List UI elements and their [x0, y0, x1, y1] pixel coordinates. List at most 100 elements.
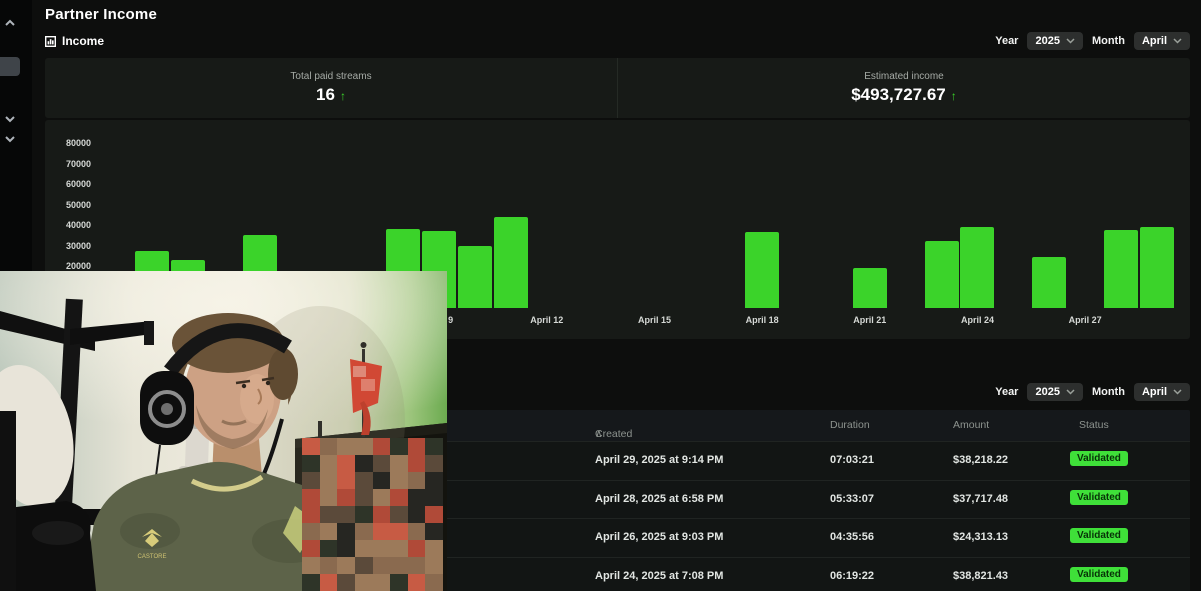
mosaic-cell [302, 540, 320, 557]
mosaic-cell [337, 540, 355, 557]
income-chart-icon [45, 36, 56, 47]
mosaic-cell [337, 574, 355, 591]
mosaic-cell [390, 574, 408, 591]
mosaic-cell [390, 523, 408, 540]
chevron-down-icon[interactable] [4, 135, 16, 143]
column-header-status[interactable]: Status [1079, 419, 1109, 431]
mosaic-cell [320, 506, 338, 523]
mosaic-cell [320, 557, 338, 574]
mosaic-cell [408, 557, 426, 574]
webcam-overlay: CASTORE [0, 271, 447, 591]
mosaic-cell [302, 489, 320, 506]
status-badge: Validated [1070, 451, 1128, 466]
mosaic-cell [390, 472, 408, 489]
month-label: Month [1092, 35, 1125, 47]
chevron-down-icon [1173, 389, 1182, 395]
mosaic-cell [408, 506, 426, 523]
mosaic-cell [390, 557, 408, 574]
chevron-up-icon[interactable] [4, 19, 16, 27]
mosaic-cell [390, 438, 408, 455]
month-select[interactable]: April [1134, 32, 1190, 50]
sidebar-active-item[interactable] [0, 57, 20, 76]
y-axis-tick: 30000 [45, 241, 91, 251]
mosaic-cell [373, 574, 391, 591]
mosaic-cell [302, 523, 320, 540]
mosaic-cell [302, 438, 320, 455]
status-cell: Validated [1070, 567, 1128, 582]
duration-cell: 05:33:07 [830, 493, 874, 505]
mosaic-cell [373, 557, 391, 574]
mosaic-cell [425, 540, 443, 557]
mosaic-cell [355, 540, 373, 557]
stat-total-paid-streams: Total paid streams 16 ↑ [45, 58, 618, 118]
mosaic-cell [337, 472, 355, 489]
x-axis-tick: April 27 [1053, 315, 1117, 325]
created-at-cell: April 29, 2025 at 9:14 PM [595, 454, 723, 466]
column-header-amount[interactable]: Amount [953, 419, 989, 431]
mosaic-cell [355, 506, 373, 523]
mosaic-cell [425, 506, 443, 523]
mosaic-cell [408, 472, 426, 489]
income-bar [745, 232, 779, 308]
y-axis-tick: 70000 [45, 159, 91, 169]
income-bar [960, 227, 994, 308]
estimated-income-value: $493,727.67 [851, 85, 946, 105]
streams-filters: Year 2025 Month April [995, 383, 1190, 401]
status-cell: Validated [1070, 451, 1128, 466]
x-axis-tick: April 12 [515, 315, 579, 325]
mosaic-cell [320, 438, 338, 455]
year-select[interactable]: 2025 [1027, 383, 1082, 401]
trend-up-icon: ↑ [951, 89, 957, 103]
status-badge: Validated [1070, 528, 1128, 543]
sort-asc-icon: ∧ [595, 428, 603, 440]
year-select[interactable]: 2025 [1027, 32, 1082, 50]
chevron-down-icon[interactable] [4, 115, 16, 123]
mosaic-cell [425, 489, 443, 506]
mosaic-cell [373, 438, 391, 455]
mosaic-cell [337, 438, 355, 455]
y-axis-tick: 60000 [45, 179, 91, 189]
year-label: Year [995, 386, 1018, 398]
mosaic-cell [355, 438, 373, 455]
mosaic-cell [425, 523, 443, 540]
x-axis-tick: April 24 [945, 315, 1009, 325]
status-cell: Validated [1070, 528, 1128, 543]
mosaic-cell [408, 455, 426, 472]
x-axis-tick: April 18 [730, 315, 794, 325]
mosaic-cell [302, 574, 320, 591]
amount-cell: $24,313.13 [953, 531, 1008, 543]
amount-cell: $38,218.22 [953, 454, 1008, 466]
stat-estimated-income: Estimated income $493,727.67 ↑ [618, 58, 1190, 118]
mosaic-cell [337, 557, 355, 574]
month-select[interactable]: April [1134, 383, 1190, 401]
amount-cell: $37,717.48 [953, 493, 1008, 505]
mosaic-cell [355, 574, 373, 591]
income-bar [1104, 230, 1138, 308]
duration-cell: 04:35:56 [830, 531, 874, 543]
income-bar [1032, 257, 1066, 308]
mosaic-cell [355, 557, 373, 574]
mosaic-cell [302, 506, 320, 523]
income-bar [458, 246, 492, 308]
year-label: Year [995, 35, 1018, 47]
mosaic-cell [373, 540, 391, 557]
chevron-down-icon [1066, 38, 1075, 44]
income-section-header: Income [45, 34, 104, 48]
mosaic-cell [355, 455, 373, 472]
income-bar [853, 268, 887, 308]
x-axis-tick: April 21 [838, 315, 902, 325]
y-axis-tick: 40000 [45, 220, 91, 230]
mosaic-cell [408, 438, 426, 455]
total-paid-streams-value: 16 [316, 85, 335, 105]
mosaic-cell [337, 489, 355, 506]
mosaic-cell [373, 523, 391, 540]
trend-up-icon: ↑ [340, 89, 346, 103]
mosaic-cell [373, 506, 391, 523]
mosaic-cell [390, 540, 408, 557]
mosaic-cell [373, 489, 391, 506]
column-header-duration[interactable]: Duration [830, 419, 870, 431]
status-badge: Validated [1070, 567, 1128, 582]
mosaic-cell [408, 489, 426, 506]
status-badge: Validated [1070, 490, 1128, 505]
mosaic-cell [337, 506, 355, 523]
